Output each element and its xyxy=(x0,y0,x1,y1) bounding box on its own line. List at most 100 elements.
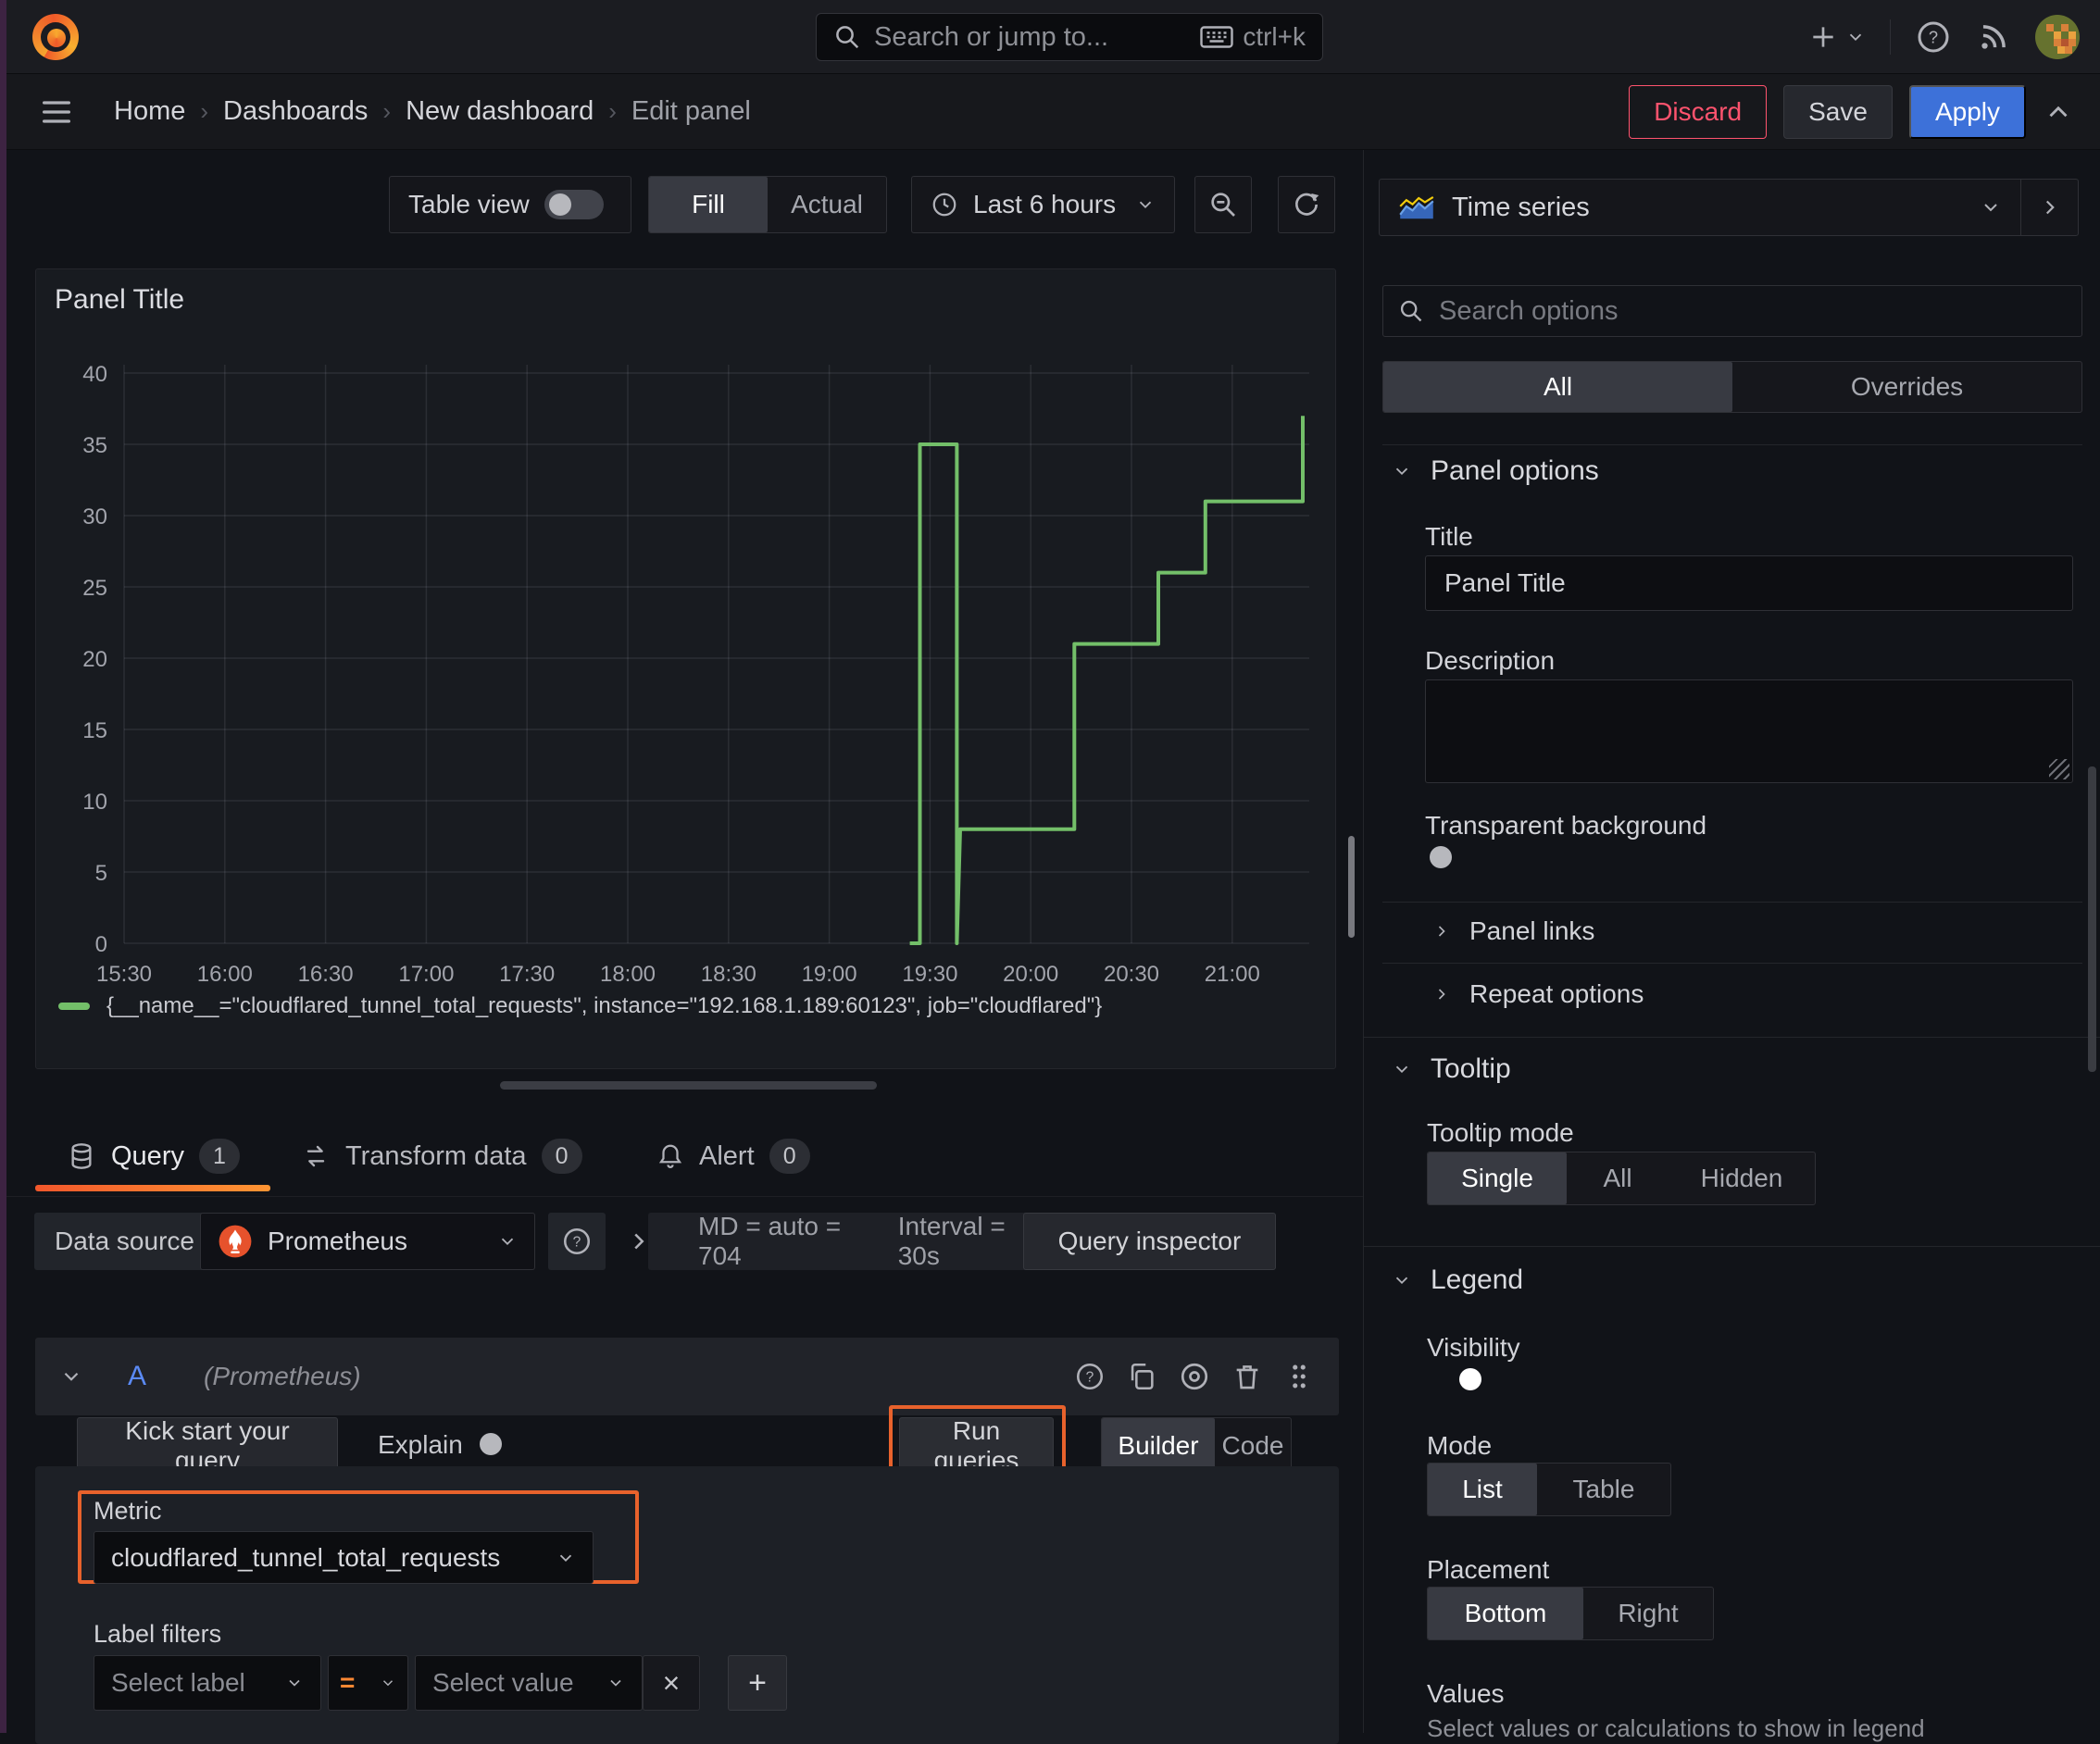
toggle-visibility-eye-icon[interactable] xyxy=(1178,1360,1211,1393)
tab-overrides[interactable]: Overrides xyxy=(1732,362,2081,412)
avatar[interactable] xyxy=(2035,15,2080,59)
y-tick-label: 5 xyxy=(95,861,107,886)
placement-right-option[interactable]: Right xyxy=(1583,1588,1713,1639)
tooltip-all-option[interactable]: All xyxy=(1567,1152,1669,1204)
search-icon xyxy=(836,26,859,49)
select-value-dropdown[interactable]: Select value xyxy=(415,1655,643,1711)
breadcrumb-new-dashboard[interactable]: New dashboard xyxy=(406,96,594,127)
legend-series-label[interactable]: {__name__="cloudflared_tunnel_total_requ… xyxy=(106,993,1102,1019)
placement-bottom-option[interactable]: Bottom xyxy=(1428,1588,1583,1639)
query-help-icon[interactable]: ? xyxy=(1074,1361,1106,1392)
breadcrumb-separator: › xyxy=(608,97,617,125)
actual-option[interactable]: Actual xyxy=(768,177,886,232)
remove-filter-button[interactable]: × xyxy=(643,1655,700,1711)
tooltip-hidden-option[interactable]: Hidden xyxy=(1669,1152,1815,1204)
tooltip-single-option[interactable]: Single xyxy=(1428,1152,1567,1204)
query-datasource-note: (Prometheus) xyxy=(204,1362,361,1390)
tab-all[interactable]: All xyxy=(1383,362,1732,412)
textarea-resize-handle[interactable] xyxy=(2049,759,2069,779)
top-navbar: Search or jump to... ctrl+k ? xyxy=(6,0,2100,74)
repeat-options-section[interactable]: Repeat options xyxy=(1432,979,1644,1009)
news-rss-icon[interactable] xyxy=(1976,19,2011,55)
breadcrumb-edit-panel: Edit panel xyxy=(631,96,751,126)
breadcrumb-home[interactable]: Home xyxy=(114,96,185,127)
breadcrumb-dashboards[interactable]: Dashboards xyxy=(223,96,368,127)
breadcrumb-separator: › xyxy=(382,97,392,125)
legend-table-option[interactable]: Table xyxy=(1537,1464,1670,1515)
delete-query-trash-icon[interactable] xyxy=(1231,1361,1263,1392)
query-row-header[interactable]: A (Prometheus) ? xyxy=(35,1338,1339,1415)
chevron-right-icon xyxy=(1438,926,1445,937)
save-button[interactable]: Save xyxy=(1783,84,1893,139)
help-icon[interactable]: ? xyxy=(1915,19,1952,56)
viz-type-label: Time series xyxy=(1452,192,1590,222)
panel-preview[interactable]: Panel Title 0 5 10 15 20 25 30 35 40 15:30 16:00 16… xyxy=(35,268,1336,1069)
time-range-picker[interactable]: Last 6 hours xyxy=(911,176,1175,233)
operator-dropdown[interactable]: = xyxy=(328,1655,408,1711)
add-filter-button[interactable]: + xyxy=(728,1655,787,1711)
x-tick-label: 18:00 xyxy=(600,962,656,987)
chevron-down-icon xyxy=(610,1679,621,1687)
visualization-picker[interactable]: Time series xyxy=(1379,179,2079,236)
description-textarea[interactable] xyxy=(1425,679,2073,783)
collapse-chevron-up-icon[interactable] xyxy=(2043,96,2074,128)
panel-options-section-header[interactable]: Panel options xyxy=(1392,455,1599,487)
time-range-label: Last 6 hours xyxy=(973,190,1117,218)
legend-mode-group: List Table xyxy=(1427,1463,1671,1516)
refresh-button[interactable] xyxy=(1278,176,1335,233)
horizontal-scrollbar[interactable] xyxy=(500,1081,877,1090)
collapse-query-chevron-icon[interactable] xyxy=(59,1364,83,1389)
legend-section-header[interactable]: Legend xyxy=(1392,1264,1523,1296)
search-placeholder: Search or jump to... xyxy=(874,21,1109,52)
global-search[interactable]: Search or jump to... ctrl+k xyxy=(816,13,1323,61)
tab-transform[interactable]: Transform data 0 xyxy=(301,1115,582,1197)
time-series-chart[interactable]: 0 5 10 15 20 25 30 35 40 15:30 16:00 16:30 17:00 17:3… xyxy=(45,348,1328,996)
new-button[interactable] xyxy=(1808,22,1866,52)
panel-links-section[interactable]: Panel links xyxy=(1432,916,1594,946)
table-view-toggle[interactable]: Table view xyxy=(389,176,631,233)
duplicate-query-icon[interactable] xyxy=(1126,1361,1157,1392)
discard-button[interactable]: Discard xyxy=(1629,84,1768,139)
screen-edge-strip xyxy=(0,0,6,1733)
drag-handle-icon[interactable] xyxy=(1283,1361,1315,1392)
legend-placement-label: Placement xyxy=(1427,1555,1550,1584)
main-scrollbar[interactable] xyxy=(1348,836,1355,938)
apply-button[interactable]: Apply xyxy=(1908,84,2026,139)
legend-values-help: Select values or calculations to show in… xyxy=(1427,1714,1925,1742)
tab-alert[interactable]: Alert 0 xyxy=(656,1115,810,1197)
refresh-icon xyxy=(1295,193,1319,216)
bell-icon xyxy=(658,1144,682,1168)
y-tick-label: 40 xyxy=(82,362,107,387)
series-line xyxy=(909,416,1305,945)
table-view-switch[interactable] xyxy=(544,190,604,219)
code-option[interactable]: Code xyxy=(1215,1418,1291,1474)
panel-title-input[interactable] xyxy=(1425,555,2073,611)
x-tick-label: 18:30 xyxy=(701,962,756,987)
legend-list-option[interactable]: List xyxy=(1428,1464,1537,1515)
fill-option[interactable]: Fill xyxy=(649,177,768,232)
grafana-logo-icon[interactable] xyxy=(32,13,79,60)
options-scrollbar[interactable] xyxy=(2088,766,2096,1072)
breadcrumb-separator: › xyxy=(200,97,209,125)
datasource-help-button[interactable]: ? xyxy=(548,1213,606,1270)
chart-legend: {__name__="cloudflared_tunnel_total_requ… xyxy=(58,993,1102,1019)
zoom-out-button[interactable] xyxy=(1194,176,1252,233)
y-tick-label: 35 xyxy=(82,433,107,458)
datasource-picker[interactable]: Prometheus xyxy=(200,1213,535,1270)
y-tick-label: 10 xyxy=(82,790,107,815)
query-inspector-button[interactable]: Query inspector xyxy=(1023,1213,1276,1270)
search-options-input[interactable]: Search options xyxy=(1382,285,2082,337)
metric-label: Metric xyxy=(94,1497,162,1525)
x-tick-label: 16:30 xyxy=(298,962,354,987)
tab-query-count: 1 xyxy=(198,1139,240,1174)
repeat-options-label: Repeat options xyxy=(1469,979,1644,1008)
tooltip-section-header[interactable]: Tooltip xyxy=(1392,1053,1511,1085)
select-label-dropdown[interactable]: Select label xyxy=(94,1655,321,1711)
metric-select[interactable]: cloudflared_tunnel_total_requests xyxy=(94,1531,594,1584)
open-viz-list-button[interactable] xyxy=(2020,180,2078,235)
x-tick-label: 20:30 xyxy=(1104,962,1159,987)
chevron-right-icon xyxy=(1438,989,1445,1000)
x-tick-label: 17:00 xyxy=(398,962,454,987)
builder-option[interactable]: Builder xyxy=(1102,1418,1215,1474)
menu-icon[interactable] xyxy=(38,93,75,131)
